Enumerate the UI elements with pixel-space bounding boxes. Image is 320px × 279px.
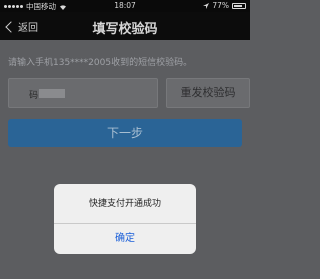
status-bar: 中国移动 18:07 77%: [0, 0, 250, 12]
sms-hint-text: 请输入手机135****2005收到的短信校验码。: [8, 58, 193, 68]
status-right: 77%: [203, 1, 246, 10]
code-row: 码 重发校验码: [8, 78, 250, 108]
dialog-message: 快捷支付开通成功: [88, 199, 161, 209]
navigation-bar: 返回 填写校验码: [0, 12, 250, 40]
battery-percent: 77%: [212, 1, 229, 10]
battery-icon: [232, 2, 246, 9]
location-icon: [203, 2, 210, 9]
alert-dialog: 快捷支付开通成功 确定: [54, 184, 196, 254]
code-input-value: 码: [29, 91, 39, 101]
page-title: 填写校验码: [92, 22, 158, 37]
verification-code-input[interactable]: 码: [8, 78, 158, 108]
dialog-ok-button[interactable]: 确定: [54, 224, 196, 254]
code-input-redacted: [39, 89, 65, 98]
resend-code-button[interactable]: 重发校验码: [166, 78, 250, 108]
next-step-button[interactable]: 下一步: [8, 119, 242, 147]
